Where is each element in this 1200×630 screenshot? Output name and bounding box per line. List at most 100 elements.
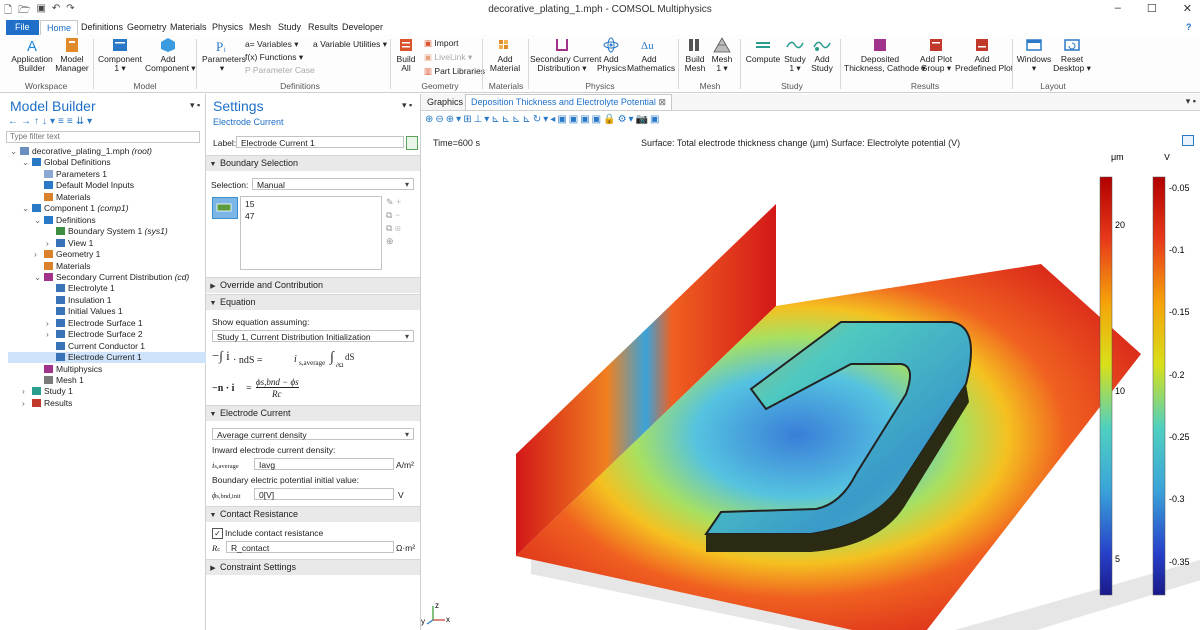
part-libraries-button[interactable]: ▥ Part Libraries [424, 66, 485, 77]
section-electrode-current[interactable]: ▼ Electrode Current [206, 405, 420, 421]
model-manager-button[interactable]: Model Manager [55, 37, 89, 73]
build-mesh-button[interactable]: Build Mesh [682, 37, 708, 73]
application-builder-button[interactable]: A Application Builder [10, 37, 54, 73]
tree-item[interactable]: Electrode Current 1 [8, 352, 238, 364]
close-button[interactable]: ✕ [1183, 2, 1192, 15]
tree-item[interactable]: ⌄ Secondary Current Distribution (cd) [34, 272, 189, 283]
tree-item[interactable]: Boundary System 1 (sys1) [46, 226, 168, 237]
tree-item[interactable]: ⌄ Component 1 (comp1) [22, 203, 129, 214]
section-equation[interactable]: ▼ Equation [206, 294, 420, 310]
list-item[interactable]: 47 [245, 211, 254, 221]
selection-list[interactable]: 15 47 [240, 196, 382, 270]
section-constraint-settings[interactable]: ▶ Constraint Settings [206, 559, 420, 575]
import-button[interactable]: ▣ Import [424, 38, 459, 49]
view-icon[interactable]: ⊾ [491, 114, 501, 125]
expand-toggle-icon[interactable]: ⌄ [22, 157, 32, 168]
livelink-button[interactable]: ▣ LiveLink ▾ [424, 52, 472, 63]
tree-item[interactable]: Materials [34, 261, 90, 272]
panel-menu-icon[interactable]: ▾ ▪ [1186, 96, 1196, 107]
expand-toggle-icon[interactable]: ⌄ [10, 146, 20, 157]
add-component-button[interactable]: Add Component ▾ [145, 37, 196, 73]
tree-item[interactable]: Initial Values 1 [46, 306, 123, 317]
functions-button[interactable]: f(x) Functions ▾ [245, 52, 303, 63]
windows-button[interactable]: Windows ▾ [1016, 37, 1052, 73]
zoom-in-icon[interactable]: ⊕ [425, 114, 435, 125]
tree-item[interactable]: ⌄ Definitions [34, 215, 96, 226]
component-button[interactable]: Component 1 ▾ [98, 37, 142, 73]
tree-item[interactable]: › Electrode Surface 2 [46, 329, 143, 340]
tree-item[interactable]: Current Conductor 1 [46, 341, 145, 352]
tree-item[interactable]: › Results [22, 398, 72, 409]
copy-selection-icon[interactable]: ⧉ ⊞ [386, 222, 414, 235]
tree-item[interactable]: Parameters 1 [34, 169, 107, 180]
tree-item[interactable]: › Study 1 [22, 386, 73, 397]
section-contact-resistance[interactable]: ▼ Contact Resistance [206, 506, 420, 522]
tree-item[interactable]: ⌄ decorative_plating_1.mph (root) [10, 146, 152, 157]
label-field[interactable]: Electrode Current 1 [236, 136, 404, 148]
expand-toggle-icon[interactable]: ⌄ [22, 203, 32, 214]
tab-deposition-thickness[interactable]: Deposition Thickness and Electrolyte Pot… [465, 94, 672, 110]
back-icon[interactable]: ← [8, 116, 21, 127]
scene-light-icon[interactable]: ▣ [580, 114, 591, 125]
label-edit-icon[interactable] [406, 136, 418, 150]
add-material-button[interactable]: Add Material [488, 37, 522, 73]
expand-toggle-icon[interactable]: ⌄ [34, 215, 44, 226]
selection-dropdown[interactable]: Manual [252, 178, 414, 191]
rotate-icon[interactable]: ↻▾ [533, 114, 550, 125]
plot-canvas[interactable]: z x y μm 20 10 5 V -0.05 -0.1 -0.15 -0.2… [421, 154, 1200, 630]
down-icon[interactable]: ↓ [42, 116, 50, 127]
up-icon[interactable]: ↑ [34, 116, 42, 127]
expand-toggle-icon[interactable]: › [46, 329, 56, 340]
add-study-button[interactable]: Add Study [809, 37, 835, 73]
parameter-case-button[interactable]: P Parameter Case [245, 65, 315, 75]
build-all-button[interactable]: Build All [394, 37, 418, 73]
study-button[interactable]: Study 1 ▾ [783, 37, 807, 73]
expand-toggle-icon[interactable]: ⌄ [34, 272, 44, 283]
mesh-button[interactable]: Mesh 1 ▾ [710, 37, 734, 73]
help-button[interactable]: ? [1180, 20, 1198, 35]
collapse-icon[interactable]: ⇊ [76, 116, 87, 127]
contact-resistance-input[interactable]: R_contact [226, 541, 394, 553]
settings-icon[interactable]: ⚙▾ [618, 114, 636, 125]
zoom-box-icon[interactable]: ⊕▾ [446, 114, 463, 125]
transparency-icon[interactable]: ▣ [557, 114, 568, 125]
tab-file[interactable]: File [6, 20, 39, 35]
current-type-dropdown[interactable]: Average current density [212, 428, 414, 441]
tree-item[interactable]: Mesh 1 [34, 375, 84, 386]
add-plot-group-button[interactable]: Add Plot Group ▾ [918, 37, 954, 73]
add-predefined-plot-button[interactable]: Add Predefined Plot [955, 37, 1013, 73]
paste-selection-icon[interactable]: ✎ + [386, 196, 414, 209]
view-xy-icon[interactable]: ⊾ [502, 114, 512, 125]
filter-input[interactable] [6, 131, 200, 143]
tree-item[interactable]: › View 1 [46, 238, 93, 249]
tree-item[interactable]: Multiphysics [34, 364, 102, 375]
expand-toggle-icon[interactable]: › [46, 318, 56, 329]
expand-toggle-icon[interactable]: › [22, 398, 32, 409]
clear-selection-icon[interactable]: ⧉ − [386, 209, 414, 222]
view-yz-icon[interactable]: ⊾ [512, 114, 522, 125]
include-contact-checkbox[interactable]: ✓ [212, 528, 223, 539]
wireframe-icon[interactable]: ▣ [569, 114, 580, 125]
view-zx-icon[interactable]: ⊾ [522, 114, 532, 125]
tab-graphics[interactable]: Graphics [423, 97, 467, 110]
show-icon[interactable]: ▾≡ [50, 116, 67, 127]
graphics-expand-icon[interactable] [1182, 135, 1194, 146]
settings-icon[interactable]: ▾ [87, 116, 95, 127]
zoom-selection-icon[interactable]: ⊕ [386, 235, 414, 248]
tree-item[interactable]: Default Model Inputs [34, 180, 134, 191]
forward-icon[interactable]: → [21, 116, 34, 127]
maximize-button[interactable]: ☐ [1147, 2, 1157, 15]
equation-study-dropdown[interactable]: Study 1, Current Distribution Initializa… [212, 330, 414, 343]
axes-icon[interactable]: ⊥▾ [474, 114, 492, 125]
variables-button[interactable]: a= Variables ▾ [245, 39, 299, 50]
expand-icon[interactable]: ≡ [67, 116, 76, 127]
tree-item[interactable]: › Geometry 1 [34, 249, 100, 260]
tree-item[interactable]: Materials [34, 192, 90, 203]
compute-button[interactable]: Compute [745, 37, 781, 64]
expand-toggle-icon[interactable]: › [22, 386, 32, 397]
deposited-thickness-button[interactable]: Deposited Thickness, Cathode ▾ [844, 37, 926, 73]
reset-desktop-button[interactable]: Reset Desktop ▾ [1052, 37, 1092, 73]
parameters-button[interactable]: Pi Parameters ▾ [202, 37, 246, 73]
add-physics-button[interactable]: Add Physics [597, 37, 626, 73]
expand-toggle-icon[interactable]: › [46, 238, 56, 249]
